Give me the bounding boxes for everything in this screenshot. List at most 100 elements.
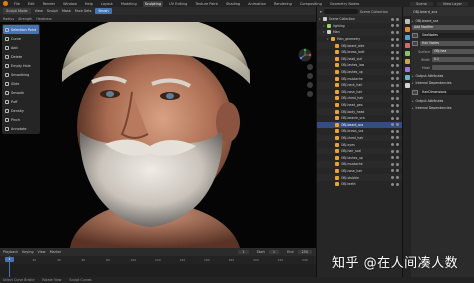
camera-icon[interactable] — [396, 70, 399, 74]
properties-tab-icon[interactable] — [404, 83, 410, 88]
outliner-row[interactable]: OBJ.lashes_up — [317, 68, 402, 76]
tool-density[interactable]: Density — [3, 106, 39, 115]
add-modifier-button[interactable]: Add Modifier — [412, 24, 474, 31]
internal-dependencies-section-2[interactable]: ▸ Internal Dependencies — [412, 104, 474, 111]
camera-icon[interactable] — [396, 17, 399, 21]
eye-icon[interactable] — [391, 77, 394, 81]
eye-icon[interactable] — [391, 96, 394, 100]
properties-tab-icon[interactable] — [404, 27, 410, 32]
properties-tab-icon[interactable] — [404, 43, 410, 48]
playhead-frame-label[interactable]: 1 — [5, 257, 14, 262]
eye-icon[interactable] — [391, 169, 394, 173]
zoom-icon[interactable] — [307, 64, 313, 70]
camera-icon[interactable] — [396, 77, 399, 81]
workspace-tab-compositing[interactable]: Compositing — [298, 1, 324, 7]
camera-icon[interactable] — [396, 83, 399, 87]
viewport-menu-sculpt[interactable]: Sculpt — [47, 9, 58, 13]
camera-icon[interactable] — [396, 44, 399, 48]
eye-icon[interactable] — [391, 50, 394, 54]
camera-icon[interactable] — [396, 169, 399, 173]
outliner-row[interactable]: OBJ.stubble — [317, 174, 402, 181]
eye-icon[interactable] — [391, 143, 394, 147]
camera-icon[interactable] — [396, 136, 399, 140]
eye-icon[interactable] — [391, 129, 394, 133]
eye-icon[interactable] — [391, 83, 394, 87]
menu-render[interactable]: Render — [41, 1, 57, 7]
eye-icon[interactable] — [391, 17, 394, 21]
outliner-row[interactable]: ▾ Scene Collection — [317, 16, 402, 23]
workspace-tab-uv-editing[interactable]: UV Editing — [167, 1, 189, 7]
eye-icon[interactable] — [391, 182, 394, 186]
hardness-setting[interactable]: Hardness — [36, 17, 51, 21]
camera-icon[interactable] — [396, 182, 399, 186]
camera-icon[interactable] — [396, 63, 399, 67]
properties-tab-icon[interactable] — [404, 35, 410, 40]
properties-tab-icon[interactable] — [404, 75, 410, 80]
outliner-row[interactable]: OBJ.teeth — [317, 181, 402, 188]
outliner-row[interactable]: OBJ.head_out — [317, 55, 402, 63]
eye-icon[interactable] — [391, 24, 394, 28]
mode-dropdown[interactable]: Sculpt Mode — [3, 8, 31, 14]
camera-icon[interactable] — [396, 116, 399, 120]
start-frame-field[interactable]: 1 — [268, 250, 280, 254]
tool-puff[interactable]: Puff — [3, 97, 39, 106]
eye-icon[interactable] — [391, 162, 394, 166]
camera-view-icon[interactable] — [307, 82, 313, 88]
workspace-tab-texture-paint[interactable]: Texture Paint — [193, 1, 220, 7]
eye-icon[interactable] — [391, 37, 394, 41]
node-group-field[interactable]: Hair Nodes — [420, 40, 474, 47]
timeline-menu-view[interactable]: View — [38, 250, 46, 254]
outliner-filter-icon[interactable]: ▾ — [320, 10, 322, 14]
camera-icon[interactable] — [396, 50, 399, 54]
outliner-row[interactable]: OBJ.hair_scal — [317, 147, 402, 155]
eye-icon[interactable] — [391, 44, 394, 48]
camera-icon[interactable] — [396, 162, 399, 166]
viewport-menu-view[interactable]: View — [35, 9, 43, 13]
modifier2-name-field[interactable]: HairDimensions — [420, 89, 474, 96]
menu-edit[interactable]: Edit — [26, 1, 37, 7]
menu-help[interactable]: Help — [83, 1, 95, 7]
workspace-tab-modeling[interactable]: Modeling — [119, 1, 139, 7]
camera-icon[interactable] — [396, 24, 399, 28]
width-field[interactable]: 0.1 — [432, 56, 474, 63]
tool-selection-point[interactable]: Selection Point — [3, 25, 39, 34]
outliner-row[interactable]: OBJ.nose_hair — [317, 89, 402, 96]
properties-tab-icon[interactable] — [404, 67, 410, 72]
outliner-row[interactable]: OBJ.beard_sca — [317, 121, 402, 129]
outliner-row[interactable]: OBJ.beanie_sca — [317, 115, 402, 122]
workspace-tab-layout[interactable]: Layout — [99, 1, 115, 7]
blender-logo-icon[interactable] — [3, 1, 8, 6]
outliner-row[interactable]: OBJ.neck_hair — [317, 81, 402, 89]
camera-icon[interactable] — [396, 96, 399, 100]
camera-icon[interactable] — [396, 123, 399, 127]
outliner-row[interactable]: OBJ.lashes_up — [317, 154, 402, 161]
camera-icon[interactable] — [396, 103, 399, 107]
outliner-row[interactable]: OBJ.chest_hair — [317, 134, 402, 142]
workspace-tab-rendering[interactable]: Rendering — [272, 1, 294, 7]
navigation-gizmo[interactable] — [298, 47, 312, 62]
camera-icon[interactable] — [396, 57, 399, 61]
view-layer-selector[interactable]: View Layer — [436, 1, 468, 6]
workspace-tab-geometry-nodes[interactable]: Geometry Nodes — [328, 1, 362, 7]
camera-icon[interactable] — [396, 37, 399, 41]
eye-icon[interactable] — [391, 57, 394, 61]
camera-icon[interactable] — [396, 129, 399, 133]
eye-icon[interactable] — [391, 123, 394, 127]
properties-tab-icon[interactable] — [404, 59, 410, 64]
workspace-tab-shading[interactable]: Shading — [224, 1, 242, 7]
end-frame-field[interactable]: 250 — [297, 250, 312, 254]
tool-slide[interactable]: Slide — [3, 79, 39, 88]
tool-delete[interactable]: Delete — [3, 52, 39, 61]
eye-icon[interactable] — [391, 156, 394, 160]
internal-dependencies-section[interactable]: ▸ Internal Dependencies — [412, 79, 474, 86]
outliner-row[interactable]: OBJ.brows_bott — [317, 49, 402, 56]
pan-hand-icon[interactable] — [307, 73, 313, 79]
perspective-grid-icon[interactable] — [307, 91, 313, 97]
outliner-row[interactable]: OBJ.beard_side — [317, 42, 402, 49]
output-attributes-section[interactable]: ▸ Output Attributes — [412, 72, 474, 79]
viewport-menu-face-sets[interactable]: Face Sets — [75, 9, 92, 13]
timeline-menu-keying[interactable]: Keying — [22, 250, 33, 254]
outliner-row[interactable]: OBJ.body_head — [317, 108, 402, 115]
camera-icon[interactable] — [396, 30, 399, 34]
camera-icon[interactable] — [396, 90, 399, 94]
